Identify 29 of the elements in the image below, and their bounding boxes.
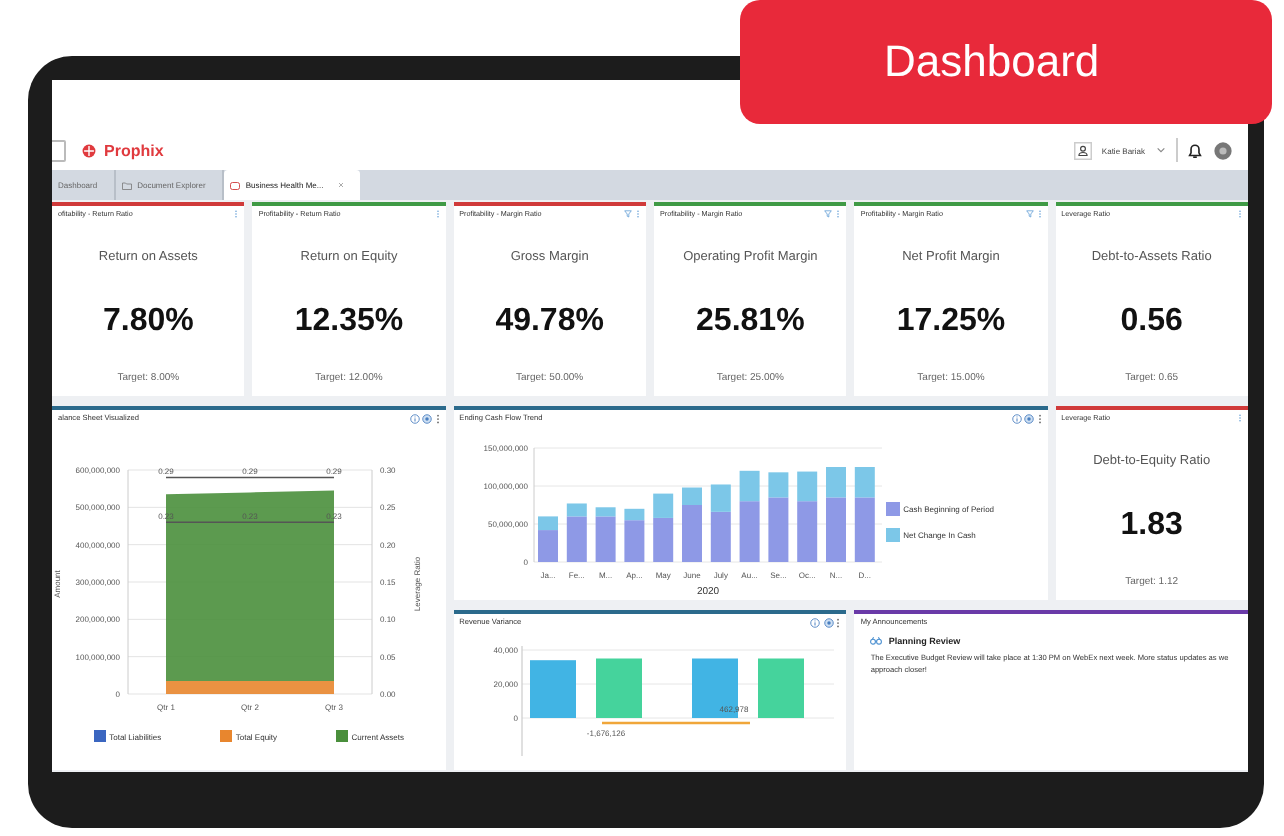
info-icon[interactable] <box>409 414 420 424</box>
target-icon[interactable] <box>1024 414 1035 424</box>
bell-icon[interactable] <box>1186 141 1204 159</box>
filter-icon[interactable] <box>624 210 632 218</box>
bar <box>529 660 576 718</box>
metric-value: 12.35% <box>294 304 404 340</box>
metric-value: 25.81% <box>696 304 805 340</box>
bar <box>595 658 642 718</box>
binoculars-icon <box>870 636 883 646</box>
info-icon[interactable] <box>1011 414 1022 424</box>
chevron-down-icon <box>1155 146 1165 154</box>
info-icon[interactable] <box>810 618 821 628</box>
avatar-icon[interactable] <box>1214 141 1232 159</box>
target-icon[interactable] <box>422 414 433 424</box>
metric-value: 17.25% <box>896 304 1006 340</box>
metric-value: 7.80% <box>102 304 194 340</box>
user-icon[interactable] <box>1073 141 1092 159</box>
target-icon[interactable] <box>823 618 834 628</box>
page-badge: Dashboard <box>740 0 1272 124</box>
metric-value: 49.78% <box>495 304 604 340</box>
bar <box>757 658 804 718</box>
logo-icon <box>82 143 96 157</box>
filter-icon[interactable] <box>1025 210 1034 218</box>
metric-value: 0.56 <box>1120 304 1183 340</box>
metric-value: 1.83 <box>1120 508 1183 544</box>
logo-text: Prophix <box>104 141 164 159</box>
close-icon[interactable] <box>337 182 344 188</box>
folder-icon <box>121 181 132 189</box>
filter-icon[interactable] <box>824 210 833 218</box>
